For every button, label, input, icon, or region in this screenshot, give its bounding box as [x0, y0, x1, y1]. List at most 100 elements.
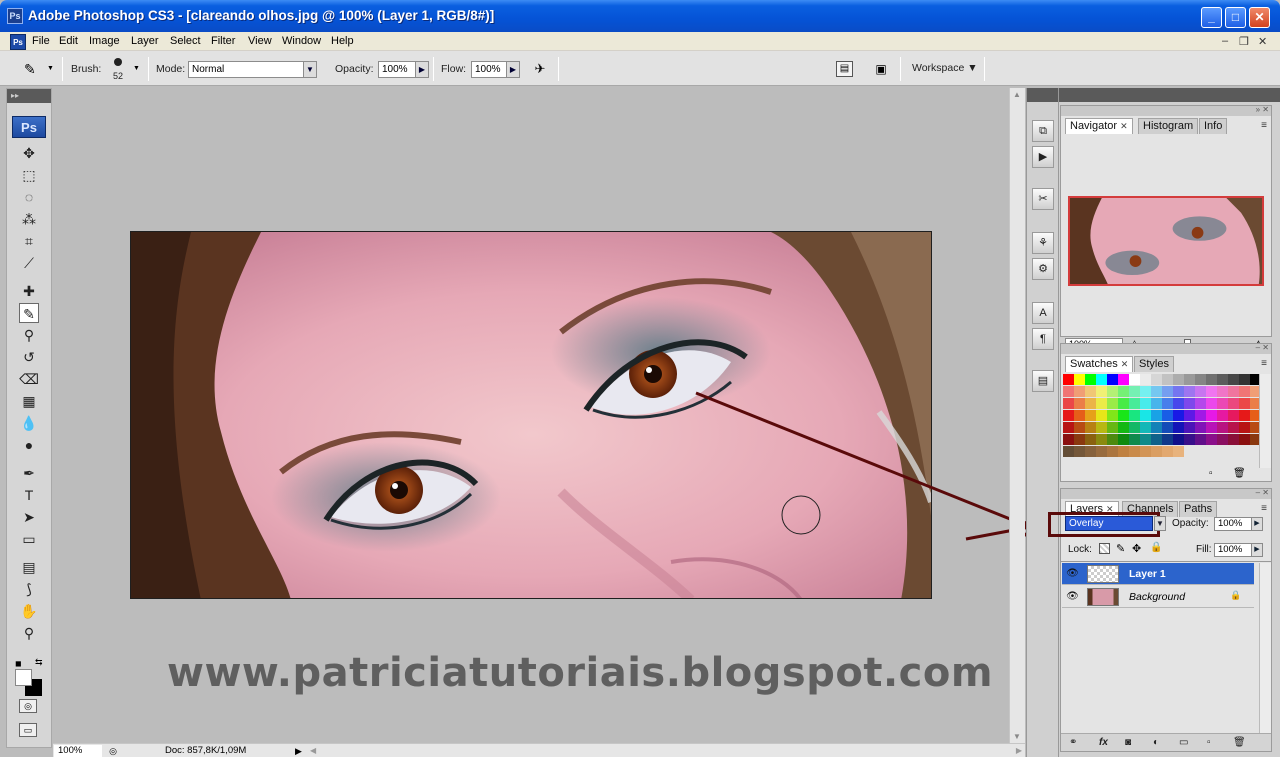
swatch[interactable] [1074, 374, 1085, 385]
swatch[interactable] [1239, 410, 1250, 421]
brush-tip-icon[interactable] [114, 58, 122, 66]
blur-tool-icon[interactable]: 💧 [19, 413, 39, 433]
swatch[interactable] [1063, 434, 1074, 445]
swatches-scrollbar[interactable] [1259, 374, 1271, 468]
eyedropper-tool-icon[interactable]: ⟆ [19, 579, 39, 599]
swatch[interactable] [1162, 386, 1173, 397]
blend-mode-select[interactable]: Overlay [1065, 516, 1153, 531]
menu-select[interactable]: Select [170, 35, 201, 47]
brush-tool-icon[interactable]: ✎ [19, 303, 39, 323]
status-and-horizontal-scrollbar[interactable]: 100% ◎ Doc: 857,8K/1,09M ▶ ◀ ▶ [53, 743, 1025, 757]
mode-select[interactable]: Normal [188, 61, 304, 78]
swatch[interactable] [1063, 422, 1074, 433]
menu-view[interactable]: View [248, 35, 272, 47]
swatch[interactable] [1085, 386, 1096, 397]
blend-mode-dropdown-icon[interactable]: ▼ [1154, 516, 1166, 531]
panel-close-icon[interactable]: » ✕ [1061, 106, 1271, 116]
swatch[interactable] [1162, 446, 1173, 457]
swatch[interactable] [1096, 386, 1107, 397]
swatch[interactable] [1107, 434, 1118, 445]
swatch[interactable] [1129, 398, 1140, 409]
swatch[interactable] [1085, 434, 1096, 445]
adjustment-layer-icon[interactable]: ◐ [1153, 737, 1159, 748]
swatch[interactable] [1096, 422, 1107, 433]
opacity-input[interactable]: 100% [378, 61, 416, 78]
swatch[interactable] [1184, 410, 1195, 421]
doc-minimize-button[interactable]: – [1222, 35, 1228, 47]
crop-tool-icon[interactable]: ⌗ [19, 231, 39, 251]
document-image[interactable] [130, 231, 932, 599]
swatch[interactable] [1228, 374, 1239, 385]
swatch[interactable] [1063, 386, 1074, 397]
swatch[interactable] [1074, 422, 1085, 433]
swatch[interactable] [1096, 410, 1107, 421]
swatch[interactable] [1140, 374, 1151, 385]
swap-colors-icon[interactable]: ⇆ [35, 657, 43, 668]
swatch[interactable] [1107, 446, 1118, 457]
swatch[interactable] [1184, 386, 1195, 397]
swatch[interactable] [1217, 398, 1228, 409]
layer-row-background[interactable]: 👁 Background 🔒 [1062, 586, 1254, 608]
swatch[interactable] [1206, 374, 1217, 385]
swatch[interactable] [1129, 410, 1140, 421]
link-layers-icon[interactable]: ⚭ [1069, 737, 1077, 748]
navigator-thumbnail[interactable] [1068, 196, 1264, 286]
zoom-tool-icon[interactable]: ⚲ [19, 623, 39, 643]
swatch[interactable] [1173, 446, 1184, 457]
swatch[interactable] [1151, 434, 1162, 445]
swatch[interactable] [1140, 410, 1151, 421]
menu-edit[interactable]: Edit [59, 35, 78, 47]
maximize-button[interactable]: □ [1225, 7, 1246, 28]
swatch[interactable] [1151, 446, 1162, 457]
delete-swatch-icon[interactable]: 🗑 [1233, 468, 1246, 479]
tab-close-icon[interactable]: ✕ [1120, 121, 1128, 131]
swatch[interactable] [1107, 410, 1118, 421]
swatch[interactable] [1140, 422, 1151, 433]
swatch[interactable] [1217, 374, 1228, 385]
swatch[interactable] [1228, 422, 1239, 433]
swatch[interactable] [1063, 374, 1074, 385]
swatch[interactable] [1206, 422, 1217, 433]
tab-swatches[interactable]: Swatches ✕ [1065, 356, 1134, 372]
swatch[interactable] [1118, 398, 1129, 409]
swatch[interactable] [1173, 422, 1184, 433]
layer-row-layer-1[interactable]: 👁 Layer 1 [1062, 563, 1254, 585]
eraser-tool-icon[interactable]: ⌫ [19, 369, 39, 389]
lock-image-icon[interactable]: ✎ [1116, 542, 1125, 555]
menu-filter[interactable]: Filter [211, 35, 235, 47]
swatch[interactable] [1195, 434, 1206, 445]
brush-preset-icon[interactable]: ✎ [24, 60, 44, 78]
hand-tool-icon[interactable]: ✋ [19, 601, 39, 621]
quick-mask-icon[interactable]: ◎ [19, 699, 37, 713]
tab-paths[interactable]: Paths [1179, 501, 1218, 517]
canvas-vertical-scrollbar[interactable]: ▲ ▼ [1009, 88, 1025, 743]
swatch[interactable] [1129, 446, 1140, 457]
swatch[interactable] [1195, 422, 1206, 433]
brushes-panel-icon[interactable]: ⚘ [1032, 232, 1054, 254]
swatch[interactable] [1184, 422, 1195, 433]
history-brush-tool-icon[interactable]: ↺ [19, 347, 39, 367]
menu-help[interactable]: Help [331, 35, 354, 47]
swatch[interactable] [1118, 434, 1129, 445]
swatch[interactable] [1162, 374, 1173, 385]
swatch[interactable] [1173, 434, 1184, 445]
swatch[interactable] [1217, 386, 1228, 397]
marquee-tool-icon[interactable]: ⬚ [19, 165, 39, 185]
menu-window[interactable]: Window [282, 35, 321, 47]
swatch[interactable] [1162, 434, 1173, 445]
scroll-up-icon[interactable]: ▲ [1013, 90, 1021, 99]
menu-layer[interactable]: Layer [131, 35, 159, 47]
brushes-palette-icon[interactable]: ▤ [836, 61, 853, 77]
lock-all-icon[interactable]: 🔒 [1150, 542, 1162, 553]
swatch[interactable] [1162, 410, 1173, 421]
swatch[interactable] [1151, 398, 1162, 409]
scroll-right-icon[interactable]: ▶ [1016, 745, 1022, 757]
character-panel-icon[interactable]: A [1032, 302, 1054, 324]
swatch[interactable] [1096, 374, 1107, 385]
layer-comps-icon[interactable]: ▤ [1032, 370, 1054, 392]
tab-styles[interactable]: Styles [1134, 356, 1174, 372]
layer-opacity-slider-icon[interactable]: ▶ [1251, 517, 1263, 531]
flow-slider-icon[interactable]: ▶ [506, 61, 520, 78]
swatch[interactable] [1217, 434, 1228, 445]
swatch[interactable] [1173, 386, 1184, 397]
